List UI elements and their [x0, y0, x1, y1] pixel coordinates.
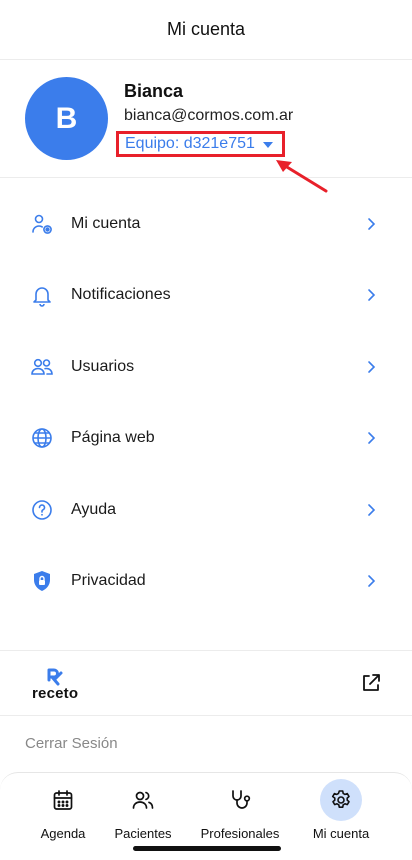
- menu-item-usuarios[interactable]: Usuarios: [0, 331, 412, 403]
- menu-item-label: Mi cuenta: [71, 214, 141, 232]
- chevron-right-icon: [368, 360, 376, 373]
- caret-down-icon: [263, 142, 273, 148]
- nav-mi-cuenta[interactable]: Mi cuenta: [291, 773, 391, 843]
- bell-icon: [30, 283, 54, 308]
- external-link-icon[interactable]: [360, 672, 382, 694]
- calendar-icon: [42, 779, 84, 821]
- stethoscope-icon: [219, 779, 261, 821]
- home-indicator: [133, 846, 281, 851]
- chevron-right-icon: [368, 289, 376, 302]
- nav-label: Agenda: [40, 826, 86, 841]
- chevron-right-icon: [368, 575, 376, 588]
- nav-pacientes[interactable]: Pacientes: [93, 773, 193, 843]
- chevron-right-icon: [368, 503, 376, 516]
- menu-item-label: Notificaciones: [71, 286, 171, 304]
- user-email: bianca@cormos.com.ar: [124, 107, 294, 124]
- nav-label: Profesionales: [200, 826, 280, 841]
- menu-item-notificaciones[interactable]: Notificaciones: [0, 260, 412, 332]
- chevron-right-icon: [368, 432, 376, 445]
- avatar: B: [25, 77, 108, 160]
- patients-icon: [122, 779, 164, 821]
- users-icon: [30, 355, 54, 379]
- menu-item-label: Privacidad: [71, 572, 146, 590]
- nav-label: Pacientes: [114, 826, 172, 841]
- nav-label: Mi cuenta: [312, 826, 370, 841]
- brand-name: receto: [32, 685, 79, 702]
- gear-icon: [320, 779, 362, 821]
- user-name: Bianca: [124, 81, 184, 101]
- top-bar: Mi cuenta: [0, 0, 412, 60]
- menu-item-mi-cuenta[interactable]: Mi cuenta: [0, 188, 412, 260]
- globe-icon: [30, 426, 54, 450]
- chevron-right-icon: [368, 217, 376, 230]
- help-circle-icon: [30, 498, 54, 522]
- page-title: Mi cuenta: [166, 19, 246, 39]
- annotation-arrow-icon: [276, 160, 328, 193]
- team-label: Equipo: d321e751: [125, 135, 255, 152]
- receto-brand-row[interactable]: receto: [0, 650, 412, 716]
- settings-menu: Mi cuenta Notificaciones Usuarios Página…: [0, 178, 412, 617]
- user-gear-icon: [30, 212, 54, 236]
- menu-item-ayuda[interactable]: Ayuda: [0, 474, 412, 546]
- menu-item-privacidad[interactable]: Privacidad: [0, 546, 412, 618]
- profile-section: B Bianca bianca@cormos.com.ar Equipo: d3…: [0, 60, 412, 193]
- logout-button[interactable]: Cerrar Sesión: [25, 735, 118, 752]
- menu-item-label: Ayuda: [71, 500, 117, 518]
- team-selector[interactable]: Equipo: d321e751: [116, 131, 285, 157]
- menu-item-pagina-web[interactable]: Página web: [0, 403, 412, 475]
- shield-lock-icon: [30, 569, 54, 593]
- menu-item-label: Usuarios: [71, 357, 135, 375]
- nav-profesionales[interactable]: Profesionales: [190, 773, 290, 843]
- menu-item-label: Página web: [71, 429, 155, 447]
